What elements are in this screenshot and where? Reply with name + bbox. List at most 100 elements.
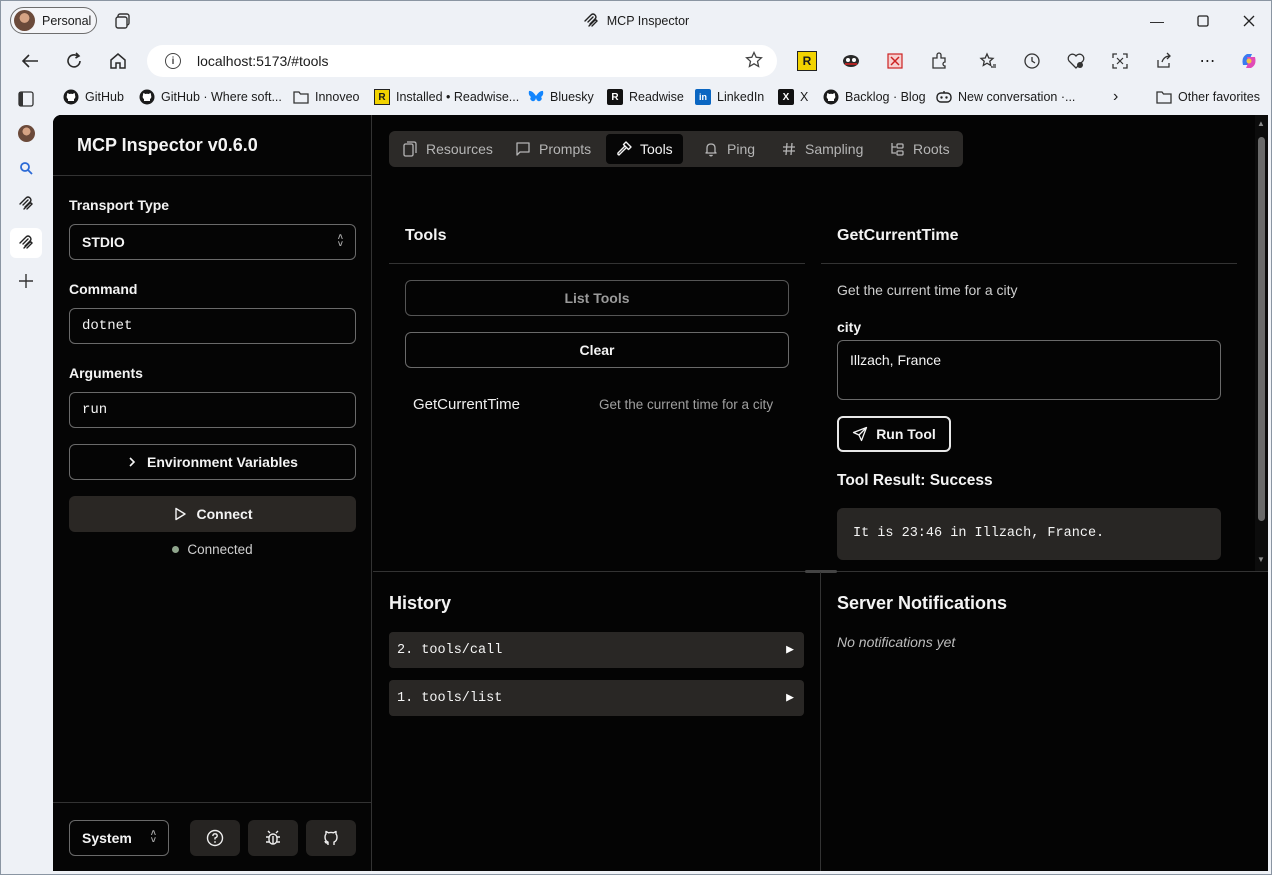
search-icon[interactable] bbox=[15, 157, 37, 179]
share-icon[interactable] bbox=[1154, 51, 1174, 71]
mcp-app-icon[interactable] bbox=[15, 193, 37, 215]
linkedin-icon: in bbox=[695, 89, 711, 105]
tool-item-name[interactable]: GetCurrentTime bbox=[413, 396, 520, 413]
refresh-icon[interactable] bbox=[62, 50, 86, 72]
address-bar[interactable]: i localhost:5173/#tools bbox=[147, 45, 777, 77]
favorites-icon[interactable] bbox=[978, 51, 998, 71]
server-notifications-title: Server Notifications bbox=[837, 593, 1008, 613]
scrollbar[interactable]: ▲ ▼ bbox=[1255, 115, 1268, 571]
play-icon bbox=[174, 507, 186, 521]
mcp-logo-icon bbox=[584, 13, 598, 27]
divider bbox=[389, 263, 805, 264]
favorite-backlog-blog[interactable]: Backlog · Blog bbox=[823, 88, 926, 106]
history-icon[interactable] bbox=[1022, 51, 1042, 71]
history-item[interactable]: 2. tools/call ▶ bbox=[389, 632, 804, 668]
favorites-bar: GitHub GitHub · Where soft... Innoveo R … bbox=[1, 83, 1271, 111]
favorite-innoveo[interactable]: Innoveo bbox=[293, 88, 359, 106]
more-menu-icon[interactable]: ⋯ bbox=[1198, 51, 1218, 71]
favorite-github[interactable]: GitHub bbox=[63, 88, 124, 106]
back-icon[interactable] bbox=[18, 50, 42, 72]
tab-tools[interactable]: Tools bbox=[606, 134, 683, 164]
favorite-bluesky[interactable]: Bluesky bbox=[528, 88, 594, 106]
screenshot-icon[interactable] bbox=[1110, 51, 1130, 71]
tab-ping[interactable]: Ping bbox=[693, 134, 765, 164]
transport-type-value: STDIO bbox=[82, 234, 125, 250]
minimize-icon[interactable]: — bbox=[1145, 9, 1169, 33]
tool-result-output: It is 23:46 in Illzach, France. bbox=[837, 508, 1221, 560]
chevron-right-icon[interactable]: › bbox=[1113, 88, 1118, 106]
status-dot-icon bbox=[172, 546, 180, 553]
favorite-star-icon[interactable] bbox=[745, 50, 763, 72]
github-icon bbox=[823, 89, 839, 105]
expand-icon[interactable]: ▶ bbox=[786, 642, 794, 657]
hammer-icon bbox=[617, 141, 632, 156]
avatar[interactable] bbox=[15, 122, 37, 144]
resize-handle[interactable] bbox=[805, 570, 837, 573]
x-icon: X bbox=[778, 89, 794, 105]
scroll-down-icon[interactable]: ▼ bbox=[1257, 555, 1265, 564]
tool-detail-description: Get the current time for a city bbox=[837, 282, 1018, 298]
environment-variables-label: Environment Variables bbox=[147, 454, 298, 470]
tool-item-description: Get the current time for a city bbox=[599, 397, 774, 412]
tab-resources[interactable]: Resources bbox=[392, 134, 503, 164]
site-info-icon[interactable]: i bbox=[165, 53, 181, 69]
copilot-icon[interactable] bbox=[1239, 51, 1259, 71]
history-item[interactable]: 1. tools/list ▶ bbox=[389, 680, 804, 716]
connect-button[interactable]: Connect bbox=[69, 496, 356, 532]
message-square-icon bbox=[516, 142, 530, 156]
command-label: Command bbox=[69, 281, 138, 297]
left-panel-footer: System ˄ ˅ bbox=[53, 802, 372, 871]
chevron-up-down-icon: ˄ ˅ bbox=[150, 828, 156, 845]
files-icon bbox=[403, 141, 417, 157]
clear-button[interactable]: Clear bbox=[405, 332, 789, 368]
blocker-extension-icon[interactable] bbox=[885, 51, 905, 71]
tab-prompts[interactable]: Prompts bbox=[505, 134, 601, 164]
mask-extension-icon[interactable] bbox=[841, 51, 861, 71]
list-tools-button[interactable]: List Tools bbox=[405, 280, 789, 316]
mcp-app-active-icon[interactable] bbox=[10, 228, 42, 258]
favorite-github-where[interactable]: GitHub · Where soft... bbox=[139, 88, 282, 106]
scroll-up-icon[interactable]: ▲ bbox=[1257, 119, 1265, 128]
scroll-thumb[interactable] bbox=[1258, 137, 1265, 521]
favorite-other-favorites[interactable]: Other favorites bbox=[1156, 88, 1260, 106]
help-button[interactable] bbox=[190, 820, 240, 856]
mcp-inspector-app: MCP Inspector v0.6.0 Transport Type STDI… bbox=[53, 115, 1268, 871]
tab-roots[interactable]: Roots bbox=[879, 134, 960, 164]
readwise-extension-icon[interactable]: R bbox=[797, 51, 817, 71]
transport-type-select[interactable]: STDIO ˄ ˅ bbox=[69, 224, 356, 260]
performance-icon[interactable] bbox=[1066, 51, 1086, 71]
url-text: localhost:5173/#tools bbox=[197, 53, 329, 69]
hash-icon bbox=[783, 142, 795, 156]
github-icon bbox=[63, 89, 79, 105]
command-input[interactable]: dotnet bbox=[69, 308, 356, 344]
city-input-value: Illzach, France bbox=[850, 352, 942, 368]
title-bar: Personal MCP Inspector — bbox=[1, 1, 1271, 41]
vertical-tabs-icon[interactable] bbox=[15, 88, 37, 110]
readwise-icon: R bbox=[374, 89, 390, 105]
tab-sampling[interactable]: Sampling bbox=[771, 134, 873, 164]
run-tool-button[interactable]: Run Tool bbox=[837, 416, 951, 452]
favorite-x[interactable]: X X bbox=[778, 88, 808, 106]
folder-icon bbox=[1156, 89, 1172, 105]
vertical-divider bbox=[820, 572, 821, 871]
connection-status: Connected bbox=[53, 542, 372, 557]
favorite-linkedin[interactable]: in LinkedIn bbox=[695, 88, 764, 106]
city-input[interactable]: Illzach, France bbox=[837, 340, 1221, 400]
home-icon[interactable] bbox=[106, 50, 130, 72]
environment-variables-button[interactable]: Environment Variables bbox=[69, 444, 356, 480]
maximize-icon[interactable] bbox=[1191, 9, 1215, 33]
bug-report-button[interactable] bbox=[248, 820, 298, 856]
favorite-new-conversation[interactable]: New conversation ·... bbox=[936, 88, 1075, 106]
theme-select[interactable]: System ˄ ˅ bbox=[69, 820, 169, 856]
arguments-input[interactable]: run bbox=[69, 392, 356, 428]
tool-detail-title: GetCurrentTime bbox=[837, 227, 959, 244]
close-icon[interactable] bbox=[1237, 9, 1261, 33]
tab-list: Resources Prompts Tools Ping Sampling Ro… bbox=[389, 131, 963, 167]
expand-icon[interactable]: ▶ bbox=[786, 690, 794, 705]
github-button[interactable] bbox=[306, 820, 356, 856]
favorite-readwise[interactable]: R Readwise bbox=[607, 88, 684, 106]
favorite-installed-readwise[interactable]: R Installed • Readwise... bbox=[374, 88, 519, 106]
folder-icon bbox=[293, 89, 309, 105]
extensions-icon[interactable] bbox=[929, 51, 949, 71]
add-icon[interactable] bbox=[15, 270, 37, 292]
